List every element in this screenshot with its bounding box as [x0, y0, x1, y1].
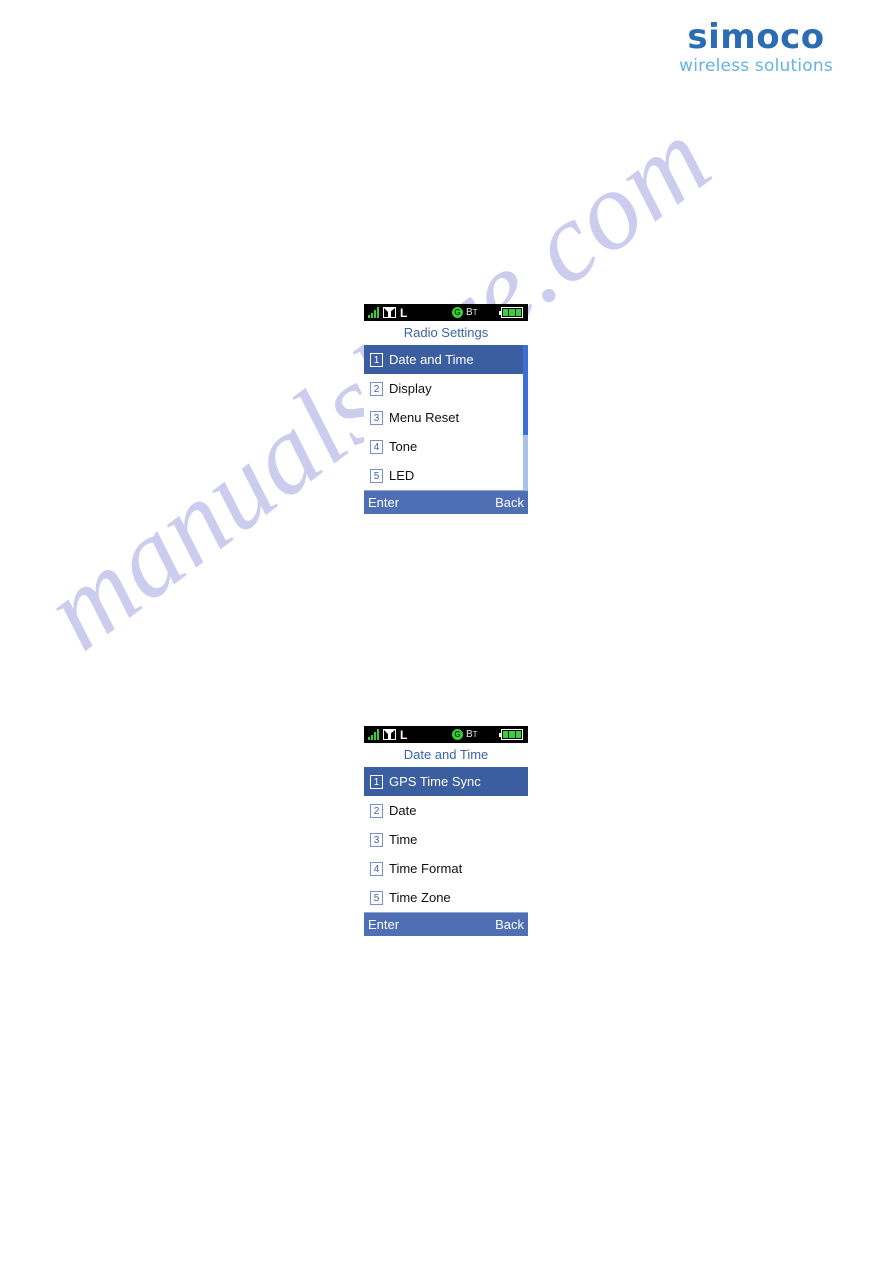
- bluetooth-sub-label: T: [472, 729, 478, 739]
- softkey-bar: Enter Back: [364, 912, 528, 936]
- menu-item-number: 1: [370, 774, 383, 789]
- logo-tagline: wireless solutions: [679, 56, 833, 76]
- softkey-enter[interactable]: Enter: [368, 917, 399, 932]
- menu-item-display[interactable]: 2 Display: [364, 374, 528, 403]
- menu-item-label: GPS Time Sync: [389, 774, 481, 789]
- page-title: Radio Settings: [364, 321, 528, 345]
- message-envelope-icon: [383, 307, 396, 318]
- bluetooth-sub-label: T: [472, 307, 478, 317]
- menu-item-number: 2: [370, 803, 383, 818]
- menu-item-label: Display: [389, 381, 432, 396]
- softkey-back[interactable]: Back: [495, 917, 524, 932]
- menu-item-label: Menu Reset: [389, 410, 460, 425]
- logo-wordmark: simoco: [687, 17, 825, 57]
- menu-item-gps-time-sync[interactable]: 1 GPS Time Sync: [364, 767, 528, 796]
- gps-icon: G: [452, 307, 463, 318]
- menu-item-label: Time Zone: [389, 890, 451, 905]
- signal-bars-icon: [368, 307, 379, 318]
- battery-icon: [499, 307, 523, 318]
- status-bar-right: [499, 729, 523, 740]
- menu-item-number: 2: [370, 381, 383, 396]
- status-bar-right: [499, 307, 523, 318]
- menu-item-label: Time Format: [389, 861, 463, 876]
- menu-item-number: 5: [370, 890, 383, 905]
- bluetooth-icon: BT: [466, 728, 478, 740]
- scrollbar-thumb[interactable]: [523, 345, 528, 435]
- scrollbar[interactable]: [523, 345, 528, 490]
- menu-item-led[interactable]: 5 LED: [364, 461, 528, 490]
- menu-list: 1 Date and Time 2 Display 3 Menu Reset 4…: [364, 345, 528, 490]
- mode-letter-label: L: [400, 727, 408, 742]
- menu-item-label: Date and Time: [389, 352, 474, 367]
- menu-item-number: 5: [370, 468, 383, 483]
- lcd-screen-radio-settings: L G BT Radio Settings 1 Date and Time 2 …: [364, 304, 528, 514]
- status-bar-left: L: [368, 729, 407, 741]
- bluetooth-label: B: [466, 306, 473, 318]
- menu-item-number: 4: [370, 439, 383, 454]
- menu-item-date-and-time[interactable]: 1 Date and Time: [364, 345, 528, 374]
- simoco-logo: simoco wireless solutions: [676, 20, 836, 76]
- signal-bars-icon: [368, 729, 379, 740]
- status-bar-middle: G BT: [452, 307, 478, 318]
- gps-icon: G: [452, 729, 463, 740]
- mode-letter-label: L: [400, 305, 408, 320]
- softkey-bar: Enter Back: [364, 490, 528, 514]
- menu-item-time[interactable]: 3 Time: [364, 825, 528, 854]
- bluetooth-icon: BT: [466, 306, 478, 318]
- message-envelope-icon: [383, 729, 396, 740]
- softkey-back[interactable]: Back: [495, 495, 524, 510]
- status-bar-left: L: [368, 307, 407, 319]
- menu-item-label: Date: [389, 803, 417, 818]
- page-title: Date and Time: [364, 743, 528, 767]
- bluetooth-label: B: [466, 728, 473, 740]
- menu-list: 1 GPS Time Sync 2 Date 3 Time 4 Time For…: [364, 767, 528, 912]
- status-bar: L G BT: [364, 726, 528, 743]
- menu-item-label: Time: [389, 832, 418, 847]
- menu-item-time-format[interactable]: 4 Time Format: [364, 854, 528, 883]
- menu-item-label: LED: [389, 468, 415, 483]
- menu-item-date[interactable]: 2 Date: [364, 796, 528, 825]
- status-bar: L G BT: [364, 304, 528, 321]
- menu-item-number: 3: [370, 832, 383, 847]
- menu-item-menu-reset[interactable]: 3 Menu Reset: [364, 403, 528, 432]
- menu-item-number: 4: [370, 861, 383, 876]
- lcd-screen-date-and-time: L G BT Date and Time 1 GPS Time Sync 2 D…: [364, 726, 528, 936]
- softkey-enter[interactable]: Enter: [368, 495, 399, 510]
- battery-icon: [499, 729, 523, 740]
- menu-item-label: Tone: [389, 439, 418, 454]
- menu-item-number: 1: [370, 352, 383, 367]
- menu-item-number: 3: [370, 410, 383, 425]
- menu-item-time-zone[interactable]: 5 Time Zone: [364, 883, 528, 912]
- menu-item-tone[interactable]: 4 Tone: [364, 432, 528, 461]
- status-bar-middle: G BT: [452, 729, 478, 740]
